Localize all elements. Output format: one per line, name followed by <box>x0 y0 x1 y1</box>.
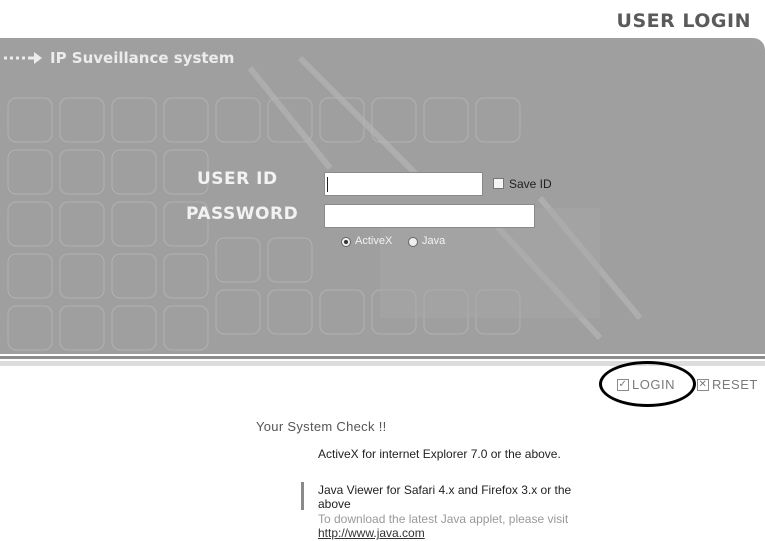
activex-label[interactable]: ActiveX <box>355 235 392 247</box>
reset-label: RESET <box>712 377 758 392</box>
save-id-checkbox[interactable] <box>493 178 504 189</box>
download-note: To download the latest Java applet, plea… <box>318 512 569 526</box>
x-icon: ✕ <box>697 378 709 391</box>
login-panel: IP Suveillance system USER ID Save ID PA… <box>0 38 765 354</box>
page-title: USER LOGIN <box>616 10 751 32</box>
java-requirement-line2: above <box>318 497 351 511</box>
reset-button[interactable]: ✕ RESET <box>697 377 758 392</box>
annotation-circle <box>599 361 696 407</box>
system-check-title: Your System Check !! <box>256 419 387 434</box>
panel-background-pattern <box>7 55 643 351</box>
activex-radio[interactable] <box>341 237 351 247</box>
dashed-arrow-icon <box>4 52 42 64</box>
system-title: IP Suveillance system <box>4 49 234 67</box>
java-radio[interactable] <box>408 237 418 247</box>
password-input[interactable] <box>324 204 535 228</box>
system-name: IP Suveillance system <box>50 49 235 67</box>
user-id-label: USER ID <box>197 169 278 189</box>
activex-requirement: ActiveX for internet Explorer 7.0 or the… <box>318 447 561 461</box>
radio-selected-dot <box>344 240 348 244</box>
save-id-label[interactable]: Save ID <box>509 177 552 191</box>
java-requirement-line1: Java Viewer for Safari 4.x and Firefox 3… <box>318 483 572 497</box>
java-link[interactable]: http://www.java.com <box>318 526 425 540</box>
java-label[interactable]: Java <box>422 235 445 247</box>
text-cursor <box>327 177 328 192</box>
divider-dark <box>0 356 765 359</box>
section-bar <box>301 482 304 510</box>
user-id-input[interactable] <box>324 172 483 196</box>
password-label: PASSWORD <box>186 204 299 224</box>
